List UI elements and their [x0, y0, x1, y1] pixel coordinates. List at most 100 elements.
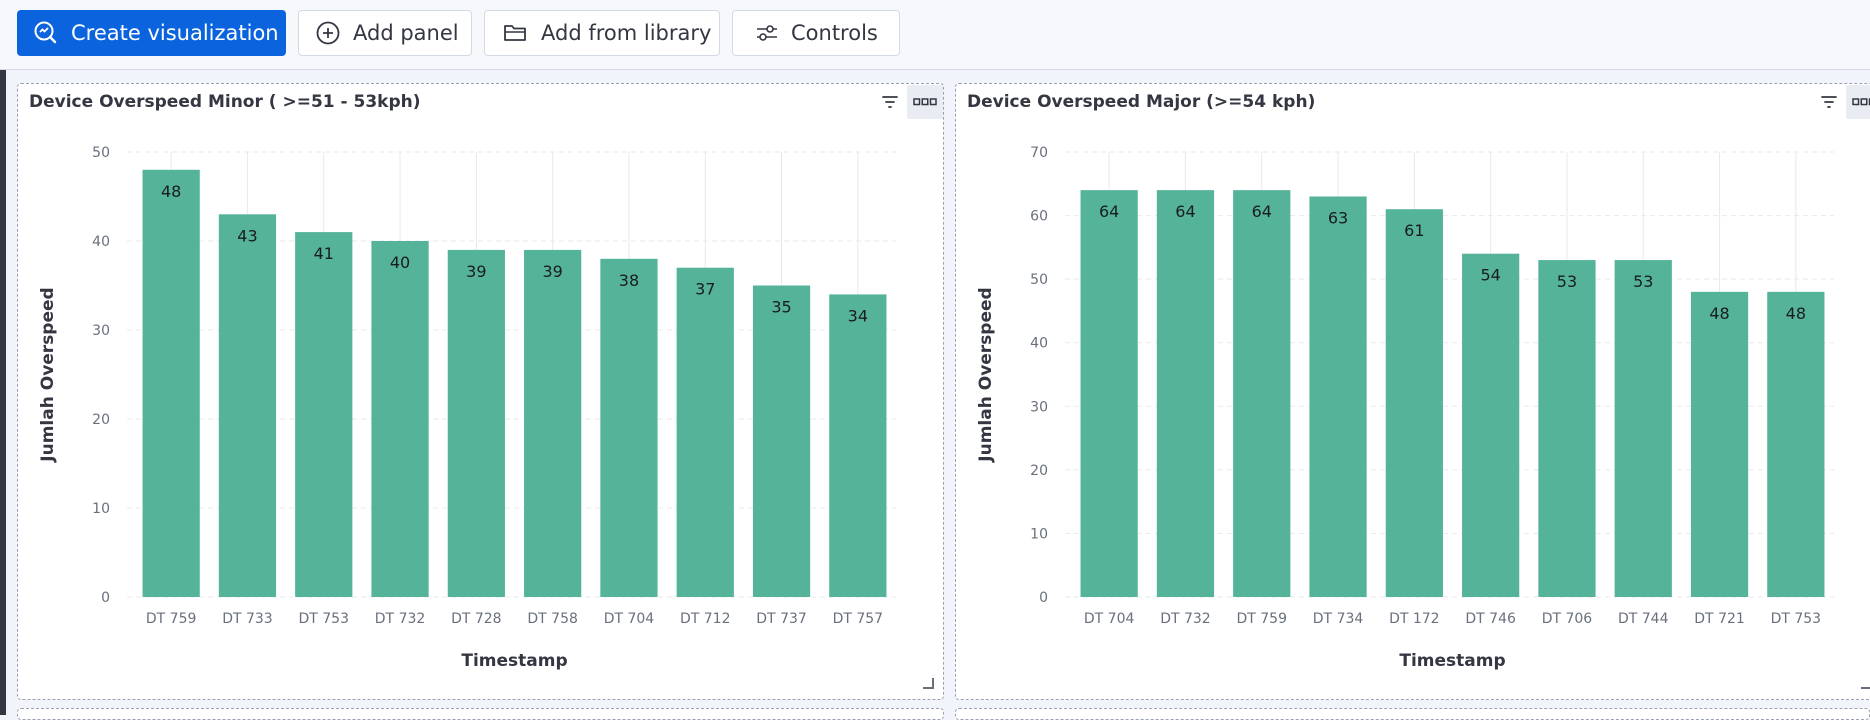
- bar: [371, 241, 428, 597]
- bar: [1157, 190, 1214, 597]
- bar-data-label: 54: [1480, 266, 1500, 285]
- plus-circle-icon: [315, 20, 341, 46]
- x-tick-label: DT 734: [1313, 611, 1364, 627]
- add-from-library-label: Add from library: [541, 21, 711, 45]
- dashboard-toolbar: Create visualization Add panel Add from …: [0, 0, 1870, 70]
- x-tick-label: DT 759: [1236, 611, 1287, 627]
- x-tick-label: DT 737: [756, 611, 807, 627]
- left-gutter: [0, 70, 6, 715]
- visualization-panel-overspeed-minor[interactable]: Device Overspeed Minor ( >=51 - 53kph) 0…: [17, 83, 944, 700]
- y-tick-label: 40: [1030, 336, 1048, 352]
- x-tick-label: DT 172: [1389, 611, 1440, 627]
- controls-button[interactable]: Controls: [732, 10, 900, 56]
- bar-data-label: 63: [1328, 209, 1348, 228]
- y-axis-title: Jumlah Overspeed: [976, 287, 996, 462]
- x-tick-label: DT 757: [833, 611, 884, 627]
- bar-data-label: 39: [542, 262, 562, 281]
- bar-data-label: 41: [314, 244, 334, 263]
- x-tick-label: DT 733: [222, 611, 273, 627]
- x-axis-title: Timestamp: [461, 651, 567, 671]
- bar: [600, 259, 657, 597]
- bar: [829, 294, 886, 597]
- bar: [677, 268, 734, 597]
- folder-open-icon: [503, 21, 529, 45]
- add-from-library-button[interactable]: Add from library: [484, 10, 720, 56]
- bar-chart-overspeed-minor: 0 10 20 30 40 50 48 DT 759 43 DT 733 41 DT 753 40 DT …: [18, 84, 944, 700]
- next-panel-edge: [955, 708, 1870, 720]
- bar: [448, 250, 505, 597]
- y-tick-label: 30: [1030, 399, 1048, 415]
- bar-data-label: 64: [1252, 202, 1272, 221]
- bar: [1081, 190, 1138, 597]
- y-tick-label: 40: [92, 234, 110, 250]
- bar: [1615, 260, 1672, 597]
- bar: [1538, 260, 1595, 597]
- bar-data-label: 64: [1099, 202, 1119, 221]
- x-tick-label: DT 704: [604, 611, 655, 627]
- bar: [295, 232, 352, 597]
- bar: [1233, 190, 1290, 597]
- y-tick-label: 50: [92, 145, 110, 161]
- x-tick-label: DT 758: [527, 611, 578, 627]
- y-tick-label: 10: [1030, 526, 1048, 542]
- x-tick-label: DT 728: [451, 611, 502, 627]
- next-panel-edge: [17, 708, 944, 720]
- bar-data-label: 53: [1557, 272, 1577, 291]
- create-visualization-label: Create visualization: [71, 21, 279, 45]
- x-tick-label: DT 721: [1694, 611, 1745, 627]
- y-tick-label: 60: [1030, 209, 1048, 225]
- bar-data-label: 48: [161, 182, 181, 201]
- y-tick-label: 30: [92, 323, 110, 339]
- y-tick-label: 0: [101, 590, 110, 606]
- bar: [1691, 292, 1748, 597]
- visualize-icon: [33, 20, 59, 46]
- bar-data-label: 39: [466, 262, 486, 281]
- panel-resize-handle[interactable]: [923, 678, 934, 689]
- x-tick-label: DT 732: [375, 611, 426, 627]
- add-panel-button[interactable]: Add panel: [298, 10, 472, 56]
- bar: [219, 214, 276, 597]
- controls-label: Controls: [791, 21, 878, 45]
- bar: [524, 250, 581, 597]
- bar: [1462, 254, 1519, 597]
- bar-data-label: 48: [1786, 304, 1806, 323]
- bar-data-label: 48: [1709, 304, 1729, 323]
- x-tick-label: DT 744: [1618, 611, 1669, 627]
- x-tick-label: DT 746: [1465, 611, 1516, 627]
- y-tick-label: 20: [92, 412, 110, 428]
- y-tick-label: 0: [1039, 590, 1048, 606]
- bar: [753, 286, 810, 598]
- bar: [143, 170, 200, 597]
- bar-data-label: 35: [771, 298, 791, 317]
- y-tick-label: 70: [1030, 145, 1048, 161]
- y-axis-title: Jumlah Overspeed: [38, 287, 58, 462]
- controls-sliders-icon: [755, 22, 779, 44]
- x-tick-label: DT 706: [1542, 611, 1593, 627]
- visualization-panel-overspeed-major[interactable]: Device Overspeed Major (>=54 kph) 010203…: [955, 83, 1870, 700]
- bar: [1309, 197, 1366, 598]
- x-tick-label: DT 759: [146, 611, 197, 627]
- panel-resize-handle[interactable]: [1861, 678, 1870, 689]
- x-tick-label: DT 732: [1160, 611, 1211, 627]
- x-axis-title: Timestamp: [1399, 651, 1505, 671]
- bar-data-label: 53: [1633, 272, 1653, 291]
- bar-data-label: 40: [390, 253, 410, 272]
- x-tick-label: DT 753: [1771, 611, 1822, 627]
- y-tick-label: 20: [1030, 463, 1048, 479]
- x-tick-label: DT 712: [680, 611, 731, 627]
- bar-data-label: 61: [1404, 221, 1424, 240]
- y-tick-label: 10: [92, 501, 110, 517]
- y-tick-label: 50: [1030, 272, 1048, 288]
- bar-data-label: 64: [1175, 202, 1195, 221]
- add-panel-label: Add panel: [353, 21, 459, 45]
- x-tick-label: DT 704: [1084, 611, 1135, 627]
- create-visualization-button[interactable]: Create visualization: [17, 10, 286, 56]
- bar-chart-overspeed-major: 0 10 20 30 40 50 60 70 64 DT 704 64 DT 732 64 DT 759 6…: [956, 84, 1870, 700]
- bar: [1767, 292, 1824, 597]
- bar-data-label: 37: [695, 280, 715, 299]
- bar-data-label: 34: [848, 306, 868, 325]
- bar: [1386, 209, 1443, 597]
- bar-data-label: 43: [237, 226, 257, 245]
- bar-data-label: 38: [619, 271, 639, 290]
- x-tick-label: DT 753: [298, 611, 349, 627]
